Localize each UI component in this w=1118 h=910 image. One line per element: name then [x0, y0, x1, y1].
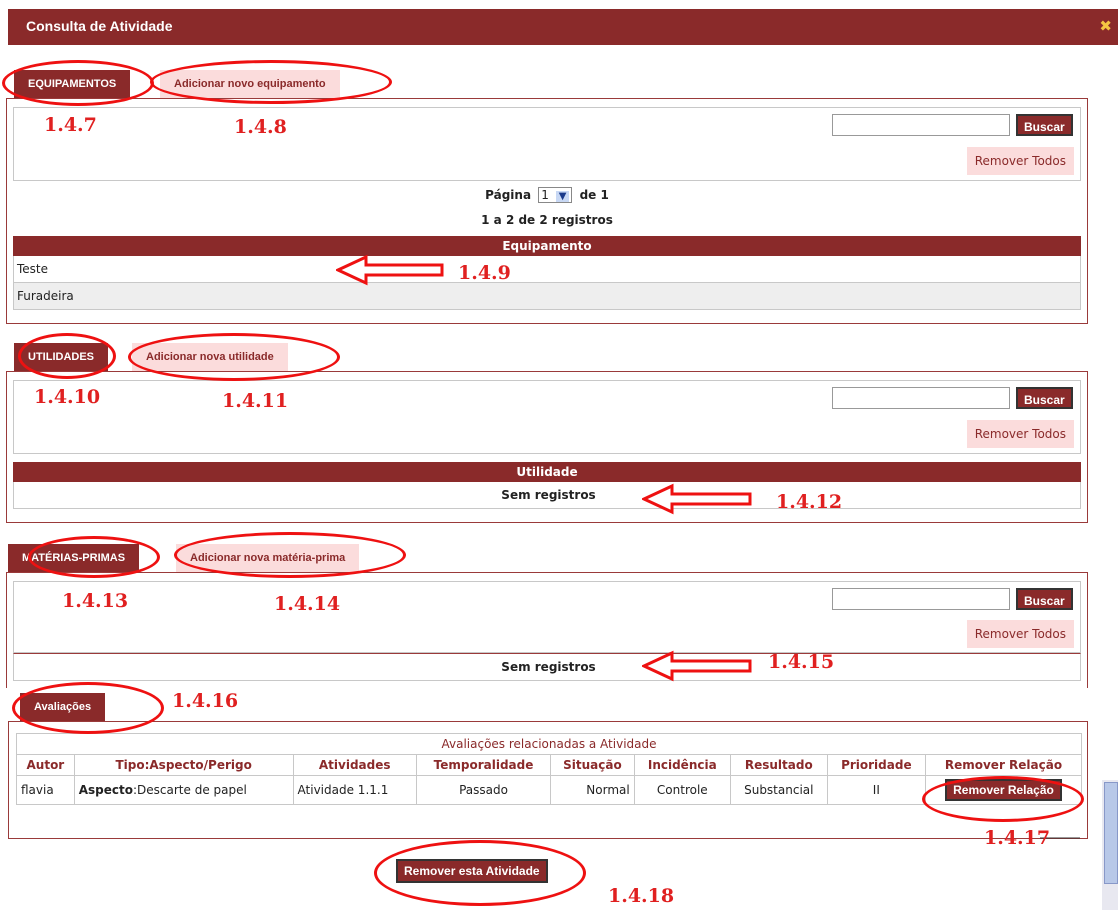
col-autor: Autor: [16, 754, 75, 776]
tipo-rest: :Descarte de papel: [133, 783, 247, 797]
annotation-ellipse: [12, 682, 164, 734]
tipo-bold: Aspecto: [78, 783, 133, 797]
search-row: Buscar: [13, 581, 1081, 617]
annotation-label: 1.4.13: [62, 590, 129, 612]
left-arrow-icon: [642, 483, 752, 515]
dialog-titlebar: Consulta de Atividade ✖: [8, 9, 1118, 45]
cell-atividades: Atividade 1.1.1: [292, 775, 417, 805]
cell-prioridade: II: [826, 775, 926, 805]
search-input[interactable]: [832, 387, 1010, 409]
scrollbar[interactable]: [1102, 780, 1118, 910]
annotation-label: 1.4.11: [222, 390, 289, 412]
annotation-label: 1.4.9: [458, 262, 511, 284]
col-prioridade: Prioridade: [826, 754, 926, 776]
close-icon[interactable]: ✖: [1099, 17, 1112, 35]
col-tipo: Tipo:Aspecto/Perigo: [73, 754, 294, 776]
col-remover: Remover Relação: [924, 754, 1083, 776]
annotation-label: 1.4.17: [984, 827, 1051, 849]
col-temporalidade: Temporalidade: [415, 754, 552, 776]
actions-row: Remover Todos: [13, 415, 1081, 454]
annotation-label: 1.4.8: [234, 116, 287, 138]
empty-row: Sem registros: [13, 653, 1081, 681]
cell-resultado: Substancial: [729, 775, 828, 805]
annotation-ellipse: [174, 532, 406, 578]
materias-panel: Buscar Remover Todos Sem registros: [6, 572, 1088, 688]
cell-autor: flavia: [16, 775, 75, 805]
left-arrow-icon: [642, 650, 752, 682]
table-row: Furadeira: [13, 283, 1081, 310]
pagination: Página 1 ▼ de 1: [7, 187, 1087, 203]
annotation-ellipse: [922, 776, 1084, 822]
table-title: Avaliações relacionadas a Atividade: [16, 733, 1082, 755]
cell-tipo: Aspecto:Descarte de papel: [73, 775, 294, 805]
annotation-ellipse: [374, 840, 586, 906]
page-of: de 1: [579, 188, 609, 202]
search-input[interactable]: [832, 588, 1010, 610]
col-situacao: Situação: [550, 754, 635, 776]
column-header-equipamento: Equipamento: [13, 236, 1081, 256]
actions-row: Remover Todos: [13, 142, 1081, 181]
left-arrow-icon: [336, 254, 444, 286]
search-row: Buscar: [13, 107, 1081, 143]
utilidades-panel: Buscar Remover Todos Utilidade Sem regis…: [6, 371, 1088, 523]
cell-incidencia: Controle: [633, 775, 731, 805]
actions-row: Remover Todos: [13, 616, 1081, 653]
cell-situacao: Normal: [550, 775, 635, 805]
annotation-ellipse: [2, 60, 154, 106]
annotation-label: 1.4.16: [172, 690, 239, 712]
remover-todos-button[interactable]: Remover Todos: [966, 620, 1074, 648]
annotation-label: 1.4.15: [768, 651, 835, 673]
page-label: Página: [485, 188, 532, 202]
annotation-ellipse: [128, 333, 340, 381]
col-resultado: Resultado: [729, 754, 828, 776]
annotation-ellipse: [18, 333, 116, 379]
records-summary: 1 a 2 de 2 registros: [481, 213, 613, 227]
buscar-button[interactable]: Buscar: [1016, 114, 1073, 136]
buscar-button[interactable]: Buscar: [1016, 387, 1073, 409]
chevron-down-icon: ▼: [555, 191, 570, 202]
scrollbar-thumb[interactable]: [1104, 782, 1118, 884]
annotation-label: 1.4.14: [274, 593, 341, 615]
col-incidencia: Incidência: [633, 754, 731, 776]
annotation-ellipse: [28, 536, 160, 578]
annotation-label: 1.4.7: [44, 114, 97, 136]
avaliacoes-table: Avaliações relacionadas a Atividade Auto…: [16, 733, 1083, 805]
page-select[interactable]: 1 ▼: [538, 187, 573, 203]
buscar-button[interactable]: Buscar: [1016, 588, 1073, 610]
annotation-label: 1.4.18: [608, 885, 675, 907]
table-row: Teste: [13, 256, 1081, 283]
dialog-title: Consulta de Atividade: [26, 18, 173, 34]
remover-todos-button[interactable]: Remover Todos: [966, 420, 1074, 448]
col-atividades: Atividades: [292, 754, 417, 776]
search-input[interactable]: [832, 114, 1010, 136]
empty-row: Sem registros: [13, 482, 1081, 509]
column-header-utilidade: Utilidade: [13, 462, 1081, 482]
annotation-label: 1.4.10: [34, 386, 101, 408]
page-select-value: 1: [541, 188, 549, 202]
annotation-label: 1.4.12: [776, 491, 843, 513]
cell-temporalidade: Passado: [415, 775, 552, 805]
annotation-ellipse: [150, 60, 392, 104]
search-row: Buscar: [13, 380, 1081, 416]
remover-todos-button[interactable]: Remover Todos: [966, 147, 1074, 175]
equipamentos-panel: Buscar Remover Todos Página 1 ▼ de 1 1 a…: [6, 98, 1088, 324]
